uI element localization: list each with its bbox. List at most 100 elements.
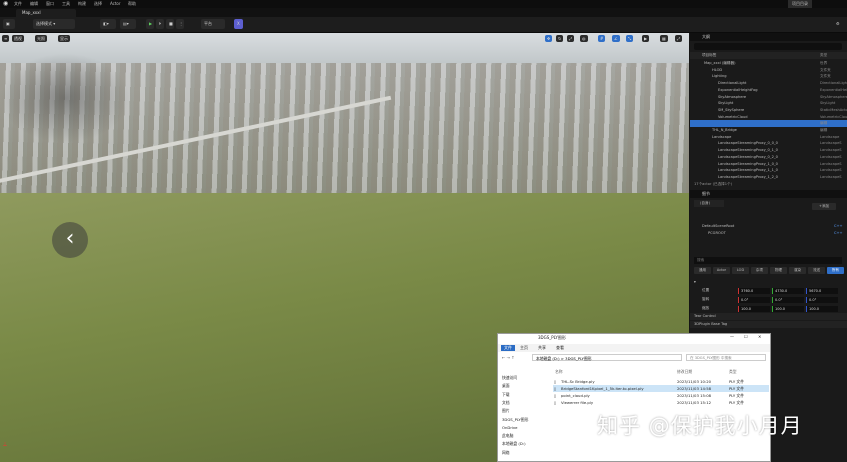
file-row[interactable]: THL-Sc Bridge.ply 2023/11/03 10:20 PLY 文件 ▯ — [553, 378, 769, 385]
explorer-search[interactable]: 在 3DGS_PLY图形 中搜索 — [686, 354, 766, 361]
select-mode-button[interactable]: 选择模式 ▾ — [33, 19, 75, 29]
nav-item[interactable]: 图片 — [502, 407, 510, 414]
file-row[interactable]: Viewerrer file.ply 2023/11/03 15:12 PLY 文件… — [553, 399, 769, 406]
scale-tool-icon[interactable]: ⤢ — [567, 35, 575, 42]
col-name[interactable]: 名称 — [555, 368, 563, 375]
snap-rotate-icon[interactable]: ∠ — [612, 35, 620, 42]
tear-control-label: Tear Control — [694, 314, 716, 318]
settings-gear-icon[interactable]: ⚙ — [833, 19, 843, 29]
outliner-column-header: 项目标签 类型 — [690, 52, 847, 59]
details-tab[interactable]: 物理 — [770, 267, 787, 274]
transform-scale-y-field[interactable]: 100.0 — [772, 305, 804, 312]
details-tab[interactable]: 通用 — [694, 267, 711, 274]
menu-window[interactable]: 窗口 — [46, 0, 54, 8]
add-component-button[interactable]: +添加 — [812, 203, 836, 210]
unreal-logo-icon[interactable]: ◉ — [3, 0, 8, 8]
transform-scale-x-field[interactable]: 100.0 — [738, 305, 770, 312]
component-type: C++ — [834, 224, 843, 228]
previous-arrow-icon[interactable]: ‹ — [52, 222, 88, 258]
transform-rotation-z-field[interactable]: 0.0° — [806, 296, 838, 303]
axis-gizmo-icon: ⟂ — [3, 441, 8, 448]
details-tab[interactable]: 杂项 — [751, 267, 768, 274]
transform-section[interactable]: ▾ — [690, 279, 847, 286]
details-tab[interactable]: 流送 — [808, 267, 825, 274]
ribbon-tab-share[interactable]: 共享 — [538, 345, 546, 351]
outliner-row[interactable]: LandscapeStreamingProxy_1_2_0 LandscapeS — [690, 174, 847, 181]
transform-location-x-field[interactable]: 3760.0 — [738, 287, 770, 294]
file-date: 2023/11/03 15:08 — [677, 393, 712, 398]
nav-item[interactable]: 网络 — [502, 449, 510, 456]
menu-build[interactable]: 构建 — [78, 0, 86, 8]
plugin-base-tag-section[interactable]: 3DPlugin Base Tag — [690, 321, 847, 328]
file-date: 2023/11/03 10:20 — [677, 379, 712, 384]
perspective-button[interactable]: 透视 — [12, 35, 24, 42]
plugin-icon[interactable]: X — [234, 19, 243, 29]
maximize-icon[interactable]: ⤢ — [675, 35, 683, 42]
ribbon-tab-home[interactable]: 主页 — [520, 345, 528, 351]
project-dir-button[interactable]: 项目目录 — [788, 0, 812, 8]
snap-grid-icon[interactable]: # — [598, 35, 606, 42]
ribbon-tab-file[interactable]: 文件 — [501, 345, 515, 351]
transform-rotation-y-field[interactable]: 0.0° — [772, 296, 804, 303]
cinematics-icon[interactable]: ▤▾ — [120, 19, 136, 29]
nav-item[interactable]: 下载 — [502, 391, 510, 398]
self-chip[interactable]: (自身) — [694, 200, 724, 207]
nav-item[interactable]: 3DGS_PLY图形 — [502, 416, 528, 423]
play-options-icon[interactable]: ⏵ — [156, 19, 164, 29]
col-type[interactable]: 类型 — [729, 368, 737, 375]
play-button[interactable]: ▶ — [146, 19, 154, 29]
nav-item[interactable]: 此电脑 — [502, 432, 513, 439]
save-icon[interactable]: ▣ — [3, 19, 15, 29]
details-tab[interactable]: 渲染 — [789, 267, 806, 274]
address-bar[interactable]: 本地磁盘 (D:) > 3DGS_PLY图形 — [532, 354, 682, 361]
nav-arrows-icon[interactable]: ← → ↑ — [502, 355, 515, 360]
nav-item[interactable]: 快速访问 — [502, 374, 517, 381]
menu-help[interactable]: 帮助 — [128, 0, 136, 8]
tear-control-section[interactable]: Tear Control — [690, 313, 847, 320]
file-row[interactable]: point_cloud.ply 2023/11/03 15:08 PLY 文件 ▯ — [553, 392, 769, 399]
menu-file[interactable]: 文件 — [14, 0, 22, 8]
world-space-icon[interactable]: ◍ — [580, 35, 588, 42]
translate-tool-icon[interactable]: ✥ — [545, 35, 553, 42]
rotate-tool-icon[interactable]: ↻ — [556, 35, 564, 42]
viewport-layout-icon[interactable]: ▦ — [660, 35, 668, 42]
details-tab[interactable]: Actor — [713, 267, 730, 274]
file-row[interactable]: BridgeStanford1Kpixel_1_5k.iter.to.pixel… — [553, 385, 769, 392]
viewport-menu-icon[interactable]: ≡ — [2, 35, 10, 42]
level-tab[interactable]: Map_xxxl — [16, 9, 76, 17]
nav-item[interactable]: OnDrive — [502, 424, 518, 431]
component-row[interactable]: PCGROOT C++ — [690, 230, 847, 237]
details-search[interactable]: 搜索 — [694, 257, 842, 264]
maximize-window-icon[interactable]: ☐ — [744, 334, 748, 339]
col-date[interactable]: 修改日期 — [677, 368, 692, 375]
menu-tools[interactable]: 工具 — [62, 0, 70, 8]
transform-location-y-field[interactable]: 4730.0 — [772, 287, 804, 294]
lit-button[interactable]: 光照 — [35, 35, 47, 42]
nav-item[interactable]: 本地磁盘 (D:) — [502, 440, 526, 447]
file-icon: ▯ — [554, 379, 557, 384]
menu-actor[interactable]: Actor — [110, 0, 121, 8]
component-row[interactable]: DefaultSceneRoot C++ — [690, 223, 847, 230]
transform-rotation-x-field[interactable]: 0.0° — [738, 296, 770, 303]
nav-item[interactable]: 文档 — [502, 399, 510, 406]
outliner-search[interactable] — [694, 43, 842, 50]
menu-edit[interactable]: 编辑 — [30, 0, 38, 8]
component-name: DefaultSceneRoot — [702, 224, 735, 228]
close-icon[interactable]: ✕ — [758, 334, 761, 339]
minimize-icon[interactable]: — — [730, 334, 734, 339]
details-tab[interactable]: LOD — [732, 267, 749, 274]
stop-icon[interactable]: ■ — [166, 19, 174, 29]
nav-item[interactable]: 桌面 — [502, 382, 510, 389]
platforms-button[interactable]: 平台 — [201, 19, 225, 29]
blueprint-icon[interactable]: ◧▾ — [100, 19, 116, 29]
show-button[interactable]: 显示 — [58, 35, 70, 42]
ribbon-tab-view[interactable]: 查看 — [556, 345, 564, 351]
transform-scale-z-field[interactable]: 100.0 — [806, 305, 838, 312]
file-date: 2023/11/03 15:12 — [677, 400, 712, 405]
details-tab[interactable]: 所有 — [827, 267, 844, 274]
transform-location-z-field[interactable]: 5670.0 — [806, 287, 838, 294]
more-icon[interactable]: ⋮ — [176, 19, 184, 29]
snap-scale-icon[interactable]: ⤡ — [626, 35, 634, 42]
menu-select[interactable]: 选择 — [94, 0, 102, 8]
camera-speed-icon[interactable]: ▶ — [642, 35, 650, 42]
